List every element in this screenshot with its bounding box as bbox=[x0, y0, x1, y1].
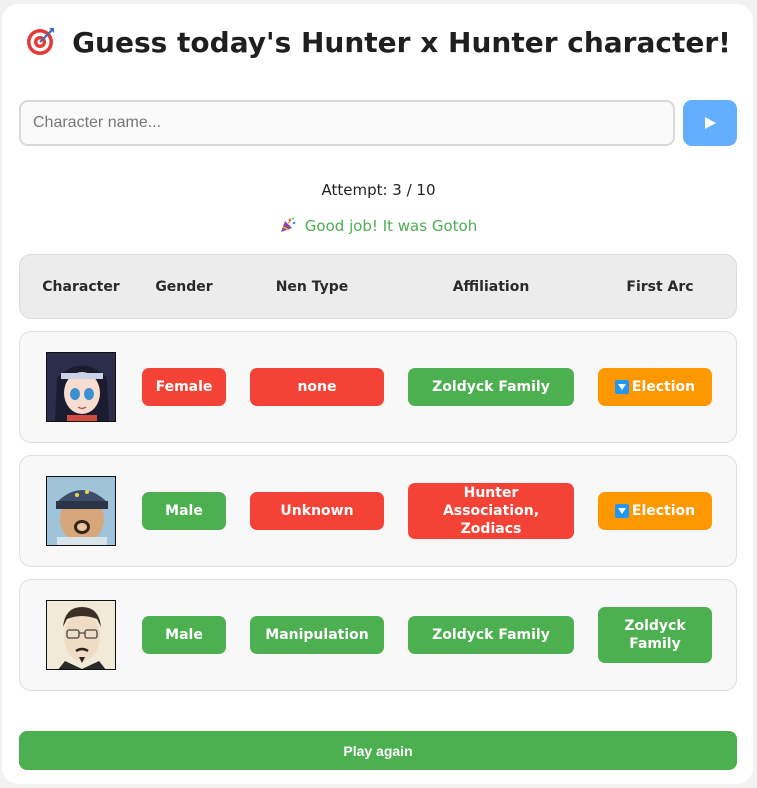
column-header-character: Character bbox=[42, 279, 120, 295]
first-arc-cell: Election bbox=[598, 368, 712, 406]
column-header-gender: Gender bbox=[155, 279, 213, 295]
play-again-button[interactable]: Play again bbox=[19, 731, 737, 770]
first-arc-label: Election bbox=[631, 379, 696, 395]
column-header-first-arc: First Arc bbox=[626, 279, 694, 295]
nen-type-cell: Unknown bbox=[250, 492, 384, 530]
arrow-down-icon bbox=[614, 504, 629, 518]
table-header: Character Gender Nen Type Affiliation Fi… bbox=[19, 254, 737, 319]
column-header-nen-type: Nen Type bbox=[275, 279, 349, 295]
character-portrait bbox=[46, 352, 116, 422]
affiliation-cell: Zoldyck Family bbox=[408, 616, 574, 654]
character-portrait bbox=[46, 600, 116, 670]
nen-type-cell: none bbox=[250, 368, 384, 406]
first-arc-label: Election bbox=[631, 503, 696, 519]
character-name-input[interactable] bbox=[19, 100, 675, 146]
column-header-affiliation: Affiliation bbox=[452, 279, 530, 295]
title-text: Guess today's Hunter x Hunter character! bbox=[72, 26, 731, 59]
guess-row: Male Manipulation Zoldyck Family Zoldyck… bbox=[19, 579, 737, 691]
first-arc-cell: Zoldyck Family bbox=[598, 607, 712, 663]
first-arc-cell: Election bbox=[598, 492, 712, 530]
gender-cell: Male bbox=[142, 616, 226, 654]
result-text: Good job! It was Gotoh bbox=[304, 217, 478, 235]
gender-cell: Female bbox=[142, 368, 226, 406]
character-portrait bbox=[46, 476, 116, 546]
submit-guess-button[interactable] bbox=[683, 100, 737, 146]
party-popper-icon bbox=[280, 217, 297, 237]
page-title: Guess today's Hunter x Hunter character! bbox=[0, 26, 757, 63]
affiliation-cell: Zoldyck Family bbox=[408, 368, 574, 406]
affiliation-cell: Hunter Association, Zodiacs bbox=[408, 483, 574, 539]
attempt-counter: Attempt: 3 / 10 bbox=[321, 181, 436, 199]
guess-row: Male Unknown Hunter Association, Zodiacs… bbox=[19, 455, 737, 567]
result-message: Good job! It was Gotoh bbox=[0, 217, 757, 237]
play-triangle-icon bbox=[705, 117, 716, 129]
arrow-down-icon bbox=[614, 380, 629, 394]
target-icon bbox=[26, 26, 56, 63]
gender-cell: Male bbox=[142, 492, 226, 530]
guess-row: Female none Zoldyck Family Election bbox=[19, 331, 737, 443]
nen-type-cell: Manipulation bbox=[250, 616, 384, 654]
